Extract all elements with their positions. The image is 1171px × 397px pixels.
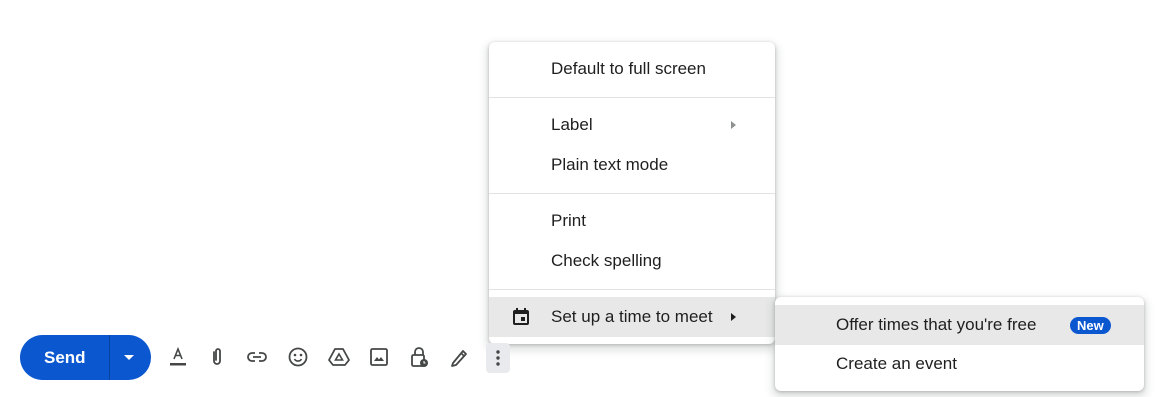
menu-item-label: Plain text mode xyxy=(551,155,669,174)
confidential-lock-icon[interactable] xyxy=(407,345,431,369)
chevron-down-icon xyxy=(124,355,134,360)
submenu-item-label: Create an event xyxy=(836,354,957,373)
more-options-icon[interactable] xyxy=(486,343,510,373)
submenu-item-offer-times[interactable]: Offer times that you're free New xyxy=(775,305,1144,345)
signature-icon[interactable] xyxy=(447,345,471,369)
menu-item-print[interactable]: Print xyxy=(489,201,775,241)
submenu-arrow-icon xyxy=(731,313,736,321)
submenu-item-create-event[interactable]: Create an event xyxy=(775,344,1144,384)
menu-item-label: Check spelling xyxy=(551,251,662,270)
menu-item-label: Label xyxy=(551,115,593,134)
menu-item-check-spelling[interactable]: Check spelling xyxy=(489,241,775,281)
menu-item-full-screen[interactable]: Default to full screen xyxy=(489,49,775,89)
link-icon[interactable] xyxy=(245,345,269,369)
menu-item-label: Print xyxy=(551,211,586,230)
attach-icon[interactable] xyxy=(205,345,229,369)
send-button[interactable]: Send xyxy=(44,335,86,380)
menu-divider xyxy=(489,289,775,290)
emoji-icon[interactable] xyxy=(286,345,310,369)
set-up-time-submenu: Offer times that you're free New Create … xyxy=(775,297,1144,391)
menu-item-label-submenu[interactable]: Label xyxy=(489,105,775,145)
photo-icon[interactable] xyxy=(367,345,391,369)
menu-divider xyxy=(489,193,775,194)
menu-item-label: Set up a time to meet xyxy=(551,307,713,326)
more-options-menu: Default to full screen Label Plain text … xyxy=(489,42,775,344)
menu-item-set-up-time[interactable]: Set up a time to meet xyxy=(489,297,775,337)
drive-icon[interactable] xyxy=(327,345,351,369)
format-text-icon[interactable] xyxy=(166,345,190,369)
submenu-arrow-icon xyxy=(731,121,736,129)
menu-item-label: Default to full screen xyxy=(551,59,706,78)
menu-divider xyxy=(489,97,775,98)
submenu-item-label: Offer times that you're free xyxy=(836,315,1037,334)
calendar-icon xyxy=(511,307,531,332)
menu-item-plain-text[interactable]: Plain text mode xyxy=(489,145,775,185)
send-button-group: Send xyxy=(20,335,151,380)
new-badge: New xyxy=(1070,317,1111,334)
